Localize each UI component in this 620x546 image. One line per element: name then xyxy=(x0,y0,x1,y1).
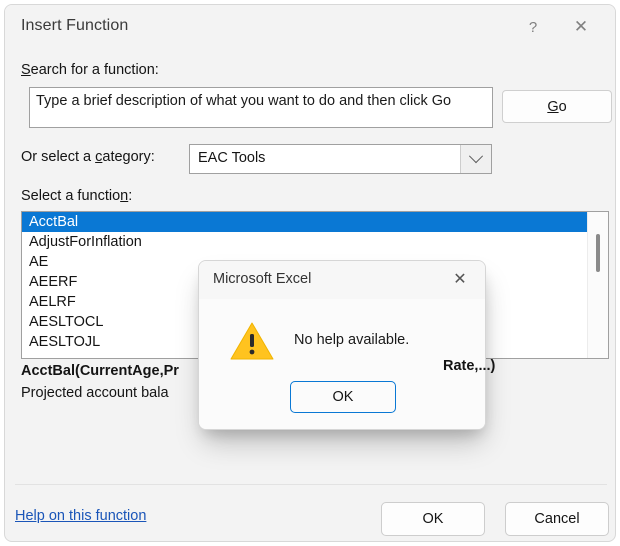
cancel-button[interactable]: Cancel xyxy=(505,502,609,536)
function-list-scrollbar[interactable] xyxy=(587,212,608,358)
ok-button[interactable]: OK xyxy=(381,502,485,536)
list-item[interactable]: AdjustForInflation xyxy=(22,232,588,252)
help-on-this-function-link[interactable]: Help on this function xyxy=(15,508,146,524)
function-signature: AcctBal(CurrentAge,Pr xyxy=(21,363,179,379)
category-label-tail: ategory: xyxy=(102,149,155,165)
scrollbar-thumb[interactable] xyxy=(596,234,600,272)
category-selected-value: EAC Tools xyxy=(198,150,266,166)
warning-triangle-icon xyxy=(230,322,274,360)
go-button-label: o xyxy=(558,98,567,115)
function-description: Projected account bala xyxy=(21,385,169,401)
dialog-titlebar: Insert Function ? ✕ xyxy=(5,5,615,49)
modal-title: Microsoft Excel xyxy=(213,271,312,287)
footer-divider xyxy=(15,484,607,485)
list-item[interactable]: AcctBal xyxy=(22,212,588,232)
modal-titlebar: Microsoft Excel ✕ xyxy=(199,261,485,299)
search-input[interactable]: Type a brief description of what you wan… xyxy=(29,87,493,128)
modal-ok-button[interactable]: OK xyxy=(290,381,396,413)
modal-message: No help available. xyxy=(294,332,410,348)
close-icon[interactable]: ✕ xyxy=(561,11,601,43)
help-icon[interactable]: ? xyxy=(513,11,553,43)
function-list-label-text: Select a functio xyxy=(21,188,121,204)
function-signature-head: AcctBal(CurrentAge,Pr xyxy=(21,363,179,379)
function-signature-tail: Rate,...) xyxy=(443,358,496,374)
search-label-text: earch for a function: xyxy=(30,62,159,78)
go-button-accel: G xyxy=(547,98,559,115)
chevron-glyph xyxy=(468,149,484,164)
category-label: Or select a category: xyxy=(21,149,155,165)
chevron-down-icon[interactable] xyxy=(460,145,491,173)
function-list-label-tail: : xyxy=(128,188,133,204)
function-list-label: Select a function: xyxy=(21,188,132,204)
category-label-text: Or select a xyxy=(21,149,96,165)
go-button[interactable]: Go xyxy=(502,90,612,123)
search-label: Search for a function: xyxy=(21,62,159,78)
category-select[interactable]: EAC Tools xyxy=(189,144,492,174)
excel-message-dialog: Microsoft Excel ✕ No help available. OK xyxy=(198,260,486,430)
search-label-accel: S xyxy=(21,62,31,78)
dialog-title: Insert Function xyxy=(21,17,129,34)
close-icon[interactable]: ✕ xyxy=(443,265,477,293)
screen: Insert Function ? ✕ Search for a functio… xyxy=(0,0,620,546)
